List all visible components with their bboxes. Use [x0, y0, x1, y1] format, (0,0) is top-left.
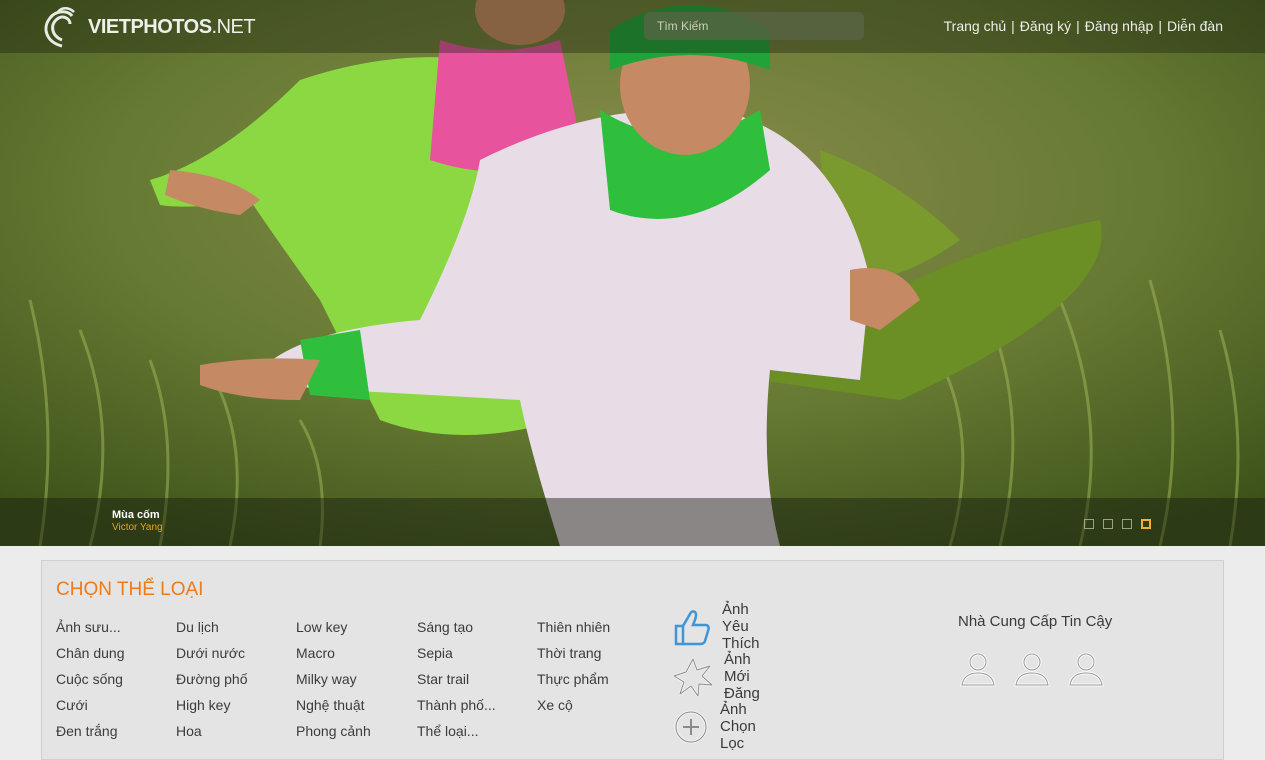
hero-photo: [0, 0, 1265, 546]
category-link[interactable]: Macro: [296, 645, 335, 661]
category-link[interactable]: Xe cộ: [537, 697, 573, 713]
featured-new-label: Ảnh Mới Đăng: [724, 651, 760, 702]
category-link[interactable]: Thực phẩm: [537, 671, 609, 687]
site-logo[interactable]: VIETPHOTOS.NET: [40, 6, 256, 48]
category-link[interactable]: Star trail: [417, 671, 469, 687]
category-panel-title: CHỌN THỂ LOẠI: [56, 579, 204, 600]
user-avatar-icon[interactable]: [958, 649, 998, 689]
category-link[interactable]: Sepia: [417, 645, 453, 661]
hero-slideshow: VIETPHOTOS.NET Trang chủ | Đăng ký | Đăn…: [0, 0, 1265, 546]
featured-selected-label: Ảnh Chọn Lọc: [720, 701, 756, 752]
slide-dot-3[interactable]: [1122, 519, 1132, 529]
nav-link-register[interactable]: Đăng ký: [1020, 18, 1071, 34]
nav-separator: |: [1158, 18, 1162, 34]
featured-new-link[interactable]: Ảnh Mới Đăng: [672, 651, 762, 702]
featured-liked-label: Ảnh Yêu Thích: [722, 601, 760, 652]
trusted-providers-title: Nhà Cung Cấp Tin Cậy: [958, 613, 1113, 630]
category-link[interactable]: Cuộc sống: [56, 671, 123, 687]
category-link[interactable]: Chân dung: [56, 645, 125, 661]
slide-caption-author[interactable]: Victor Yang: [112, 522, 163, 533]
category-link[interactable]: Du lịch: [176, 619, 219, 635]
category-link[interactable]: Nghệ thuật: [296, 697, 365, 713]
slide-dot-2[interactable]: [1103, 519, 1113, 529]
slide-dot-1[interactable]: [1084, 519, 1094, 529]
plus-circle-icon: [672, 705, 710, 749]
category-link[interactable]: Low key: [296, 619, 347, 635]
category-link[interactable]: Ảnh sưu...: [56, 619, 121, 635]
top-nav-links: Trang chủ | Đăng ký | Đăng nhập | Diễn đ…: [944, 18, 1223, 34]
category-link[interactable]: Dưới nước: [176, 645, 245, 661]
trusted-providers-list: [958, 649, 1106, 689]
category-link[interactable]: Thiên nhiên: [537, 619, 610, 635]
search-input[interactable]: [644, 12, 864, 40]
category-link[interactable]: Sáng tạo: [417, 619, 473, 635]
nav-separator: |: [1011, 18, 1015, 34]
thumbs-up-icon: [672, 605, 712, 649]
logo-wordmark: VIETPHOTOS.NET: [88, 15, 256, 38]
slide-pagination: [1084, 519, 1151, 529]
category-link[interactable]: Thời trang: [537, 645, 601, 661]
nav-link-login[interactable]: Đăng nhập: [1085, 18, 1154, 34]
slide-caption-bar: [0, 498, 1265, 546]
category-link[interactable]: Đường phố: [176, 671, 247, 687]
nav-separator: |: [1076, 18, 1080, 34]
user-avatar-icon[interactable]: [1066, 649, 1106, 689]
user-avatar-icon[interactable]: [1012, 649, 1052, 689]
category-link[interactable]: Milky way: [296, 671, 357, 687]
nav-link-home[interactable]: Trang chủ: [944, 18, 1007, 34]
category-panel: CHỌN THỂ LOẠI Ảnh sưu... Chân dung Cuộc …: [41, 560, 1224, 760]
featured-liked-link[interactable]: Ảnh Yêu Thích: [672, 601, 764, 652]
nav-link-forum[interactable]: Diễn đàn: [1167, 18, 1223, 34]
featured-selected-link[interactable]: Ảnh Chọn Lọc: [672, 701, 762, 752]
starburst-icon: [672, 655, 714, 699]
slide-caption-title[interactable]: Mùa cốm: [112, 509, 160, 521]
category-link[interactable]: High key: [176, 697, 230, 713]
category-link[interactable]: Cưới: [56, 697, 88, 713]
category-link[interactable]: Thành phố...: [417, 697, 496, 713]
swirl-logo-icon: [44, 7, 75, 48]
slide-dot-4[interactable]: [1141, 519, 1151, 529]
